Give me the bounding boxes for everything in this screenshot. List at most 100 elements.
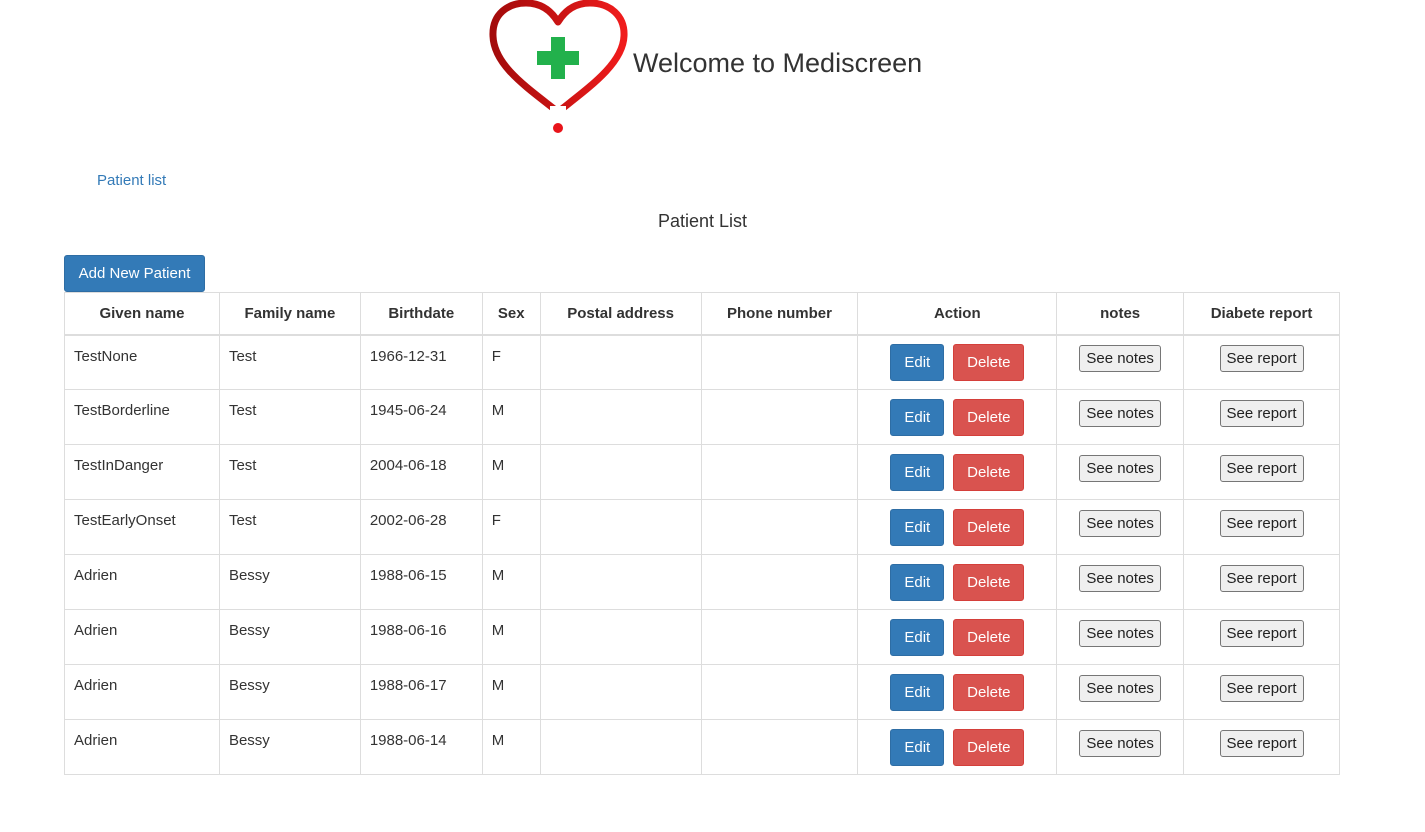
cell-given-name: Adrien bbox=[64, 664, 220, 720]
cell-given-name: Adrien bbox=[64, 609, 220, 665]
column-header-birthdate: Birthdate bbox=[359, 292, 483, 336]
see-report-button[interactable]: See report bbox=[1219, 564, 1304, 592]
column-header-action: Action bbox=[857, 292, 1058, 336]
cell-action: Edit Delete bbox=[857, 664, 1058, 720]
patient-table: Given name Family name Birthdate Sex Pos… bbox=[64, 292, 1340, 775]
edit-button[interactable]: Edit bbox=[890, 563, 945, 601]
column-header-postal-address: Postal address bbox=[539, 292, 702, 336]
cell-action: Edit Delete bbox=[857, 554, 1058, 610]
site-title: Welcome to Mediscreen bbox=[633, 48, 923, 78]
column-header-phone-number: Phone number bbox=[700, 292, 859, 336]
see-report-button[interactable]: See report bbox=[1219, 454, 1304, 482]
cell-notes: See notes bbox=[1056, 554, 1185, 610]
cell-action: Edit Delete bbox=[857, 609, 1058, 665]
cell-sex: M bbox=[481, 554, 541, 610]
page-header: Welcome to Mediscreen bbox=[488, 0, 988, 140]
see-report-button[interactable]: See report bbox=[1219, 674, 1304, 702]
see-notes-button[interactable]: See notes bbox=[1079, 564, 1161, 592]
cell-birthdate: 2004-06-18 bbox=[359, 444, 483, 500]
cell-report: See report bbox=[1183, 664, 1340, 720]
table-row: Adrien Bessy 1988-06-16 M Edit Delete See… bbox=[64, 609, 1340, 665]
see-report-button[interactable]: See report bbox=[1219, 509, 1304, 537]
cell-birthdate: 1988-06-15 bbox=[359, 554, 483, 610]
column-header-diabete-report: Diabete report bbox=[1183, 292, 1340, 336]
table-row: TestNone Test 1966-12-31 F Edit Delete Se… bbox=[64, 334, 1340, 390]
nav-link-patient-list[interactable]: Patient list bbox=[97, 172, 166, 189]
cell-postal-address bbox=[539, 499, 702, 555]
edit-button[interactable]: Edit bbox=[890, 728, 945, 766]
see-notes-button[interactable]: See notes bbox=[1079, 399, 1161, 427]
see-notes-button[interactable]: See notes bbox=[1079, 729, 1161, 757]
cell-family-name: Bessy bbox=[218, 554, 361, 610]
see-report-button[interactable]: See report bbox=[1219, 344, 1304, 372]
cell-postal-address bbox=[539, 554, 702, 610]
cell-family-name: Test bbox=[218, 389, 361, 445]
delete-button[interactable]: Delete bbox=[953, 508, 1025, 546]
cell-sex: M bbox=[481, 389, 541, 445]
cell-report: See report bbox=[1183, 444, 1340, 500]
cell-sex: M bbox=[481, 444, 541, 500]
cell-sex: M bbox=[481, 609, 541, 665]
delete-button[interactable]: Delete bbox=[953, 673, 1025, 711]
edit-button[interactable]: Edit bbox=[890, 618, 945, 656]
cell-given-name: TestEarlyOnset bbox=[64, 499, 220, 555]
delete-button[interactable]: Delete bbox=[953, 398, 1025, 436]
see-notes-button[interactable]: See notes bbox=[1079, 509, 1161, 537]
cell-notes: See notes bbox=[1056, 389, 1185, 445]
see-notes-button[interactable]: See notes bbox=[1079, 619, 1161, 647]
cell-notes: See notes bbox=[1056, 334, 1185, 390]
cell-birthdate: 1988-06-14 bbox=[359, 719, 483, 775]
cell-sex: M bbox=[481, 664, 541, 720]
cell-action: Edit Delete bbox=[857, 389, 1058, 445]
delete-button[interactable]: Delete bbox=[953, 343, 1025, 381]
delete-button[interactable]: Delete bbox=[953, 453, 1025, 491]
edit-button[interactable]: Edit bbox=[890, 453, 945, 491]
cell-notes: See notes bbox=[1056, 609, 1185, 665]
cell-family-name: Bessy bbox=[218, 609, 361, 665]
cell-postal-address bbox=[539, 719, 702, 775]
table-row: TestBorderline Test 1945-06-24 M Edit Del… bbox=[64, 389, 1340, 445]
see-report-button[interactable]: See report bbox=[1219, 619, 1304, 647]
cell-phone-number bbox=[700, 334, 859, 390]
cell-action: Edit Delete bbox=[857, 499, 1058, 555]
cell-notes: See notes bbox=[1056, 719, 1185, 775]
cell-report: See report bbox=[1183, 609, 1340, 665]
page-title: Patient List bbox=[657, 211, 748, 231]
table-row: Adrien Bessy 1988-06-17 M Edit Delete See… bbox=[64, 664, 1340, 720]
see-notes-button[interactable]: See notes bbox=[1079, 454, 1161, 482]
cell-action: Edit Delete bbox=[857, 334, 1058, 390]
table-row: Adrien Bessy 1988-06-14 M Edit Delete See… bbox=[64, 719, 1340, 775]
cell-birthdate: 1988-06-17 bbox=[359, 664, 483, 720]
cell-given-name: Adrien bbox=[64, 719, 220, 775]
edit-button[interactable]: Edit bbox=[890, 673, 945, 711]
cell-postal-address bbox=[539, 444, 702, 500]
cell-action: Edit Delete bbox=[857, 719, 1058, 775]
cell-phone-number bbox=[700, 444, 859, 500]
cell-birthdate: 2002-06-28 bbox=[359, 499, 483, 555]
see-report-button[interactable]: See report bbox=[1219, 399, 1304, 427]
cell-notes: See notes bbox=[1056, 499, 1185, 555]
column-header-notes: notes bbox=[1056, 292, 1185, 336]
cell-birthdate: 1988-06-16 bbox=[359, 609, 483, 665]
cell-report: See report bbox=[1183, 719, 1340, 775]
edit-button[interactable]: Edit bbox=[890, 508, 945, 546]
delete-button[interactable]: Delete bbox=[953, 618, 1025, 656]
edit-button[interactable]: Edit bbox=[890, 343, 945, 381]
table-header-row: Given name Family name Birthdate Sex Pos… bbox=[64, 292, 1340, 336]
cell-sex: M bbox=[481, 719, 541, 775]
cell-report: See report bbox=[1183, 334, 1340, 390]
delete-button[interactable]: Delete bbox=[953, 728, 1025, 766]
cell-phone-number bbox=[700, 389, 859, 445]
cell-given-name: TestBorderline bbox=[64, 389, 220, 445]
edit-button[interactable]: Edit bbox=[890, 398, 945, 436]
cell-report: See report bbox=[1183, 499, 1340, 555]
column-header-sex: Sex bbox=[481, 292, 541, 336]
delete-button[interactable]: Delete bbox=[953, 563, 1025, 601]
cell-family-name: Bessy bbox=[218, 664, 361, 720]
add-new-patient-button[interactable]: Add New Patient bbox=[64, 255, 205, 292]
cell-notes: See notes bbox=[1056, 444, 1185, 500]
cell-phone-number bbox=[700, 719, 859, 775]
see-report-button[interactable]: See report bbox=[1219, 729, 1304, 757]
see-notes-button[interactable]: See notes bbox=[1079, 344, 1161, 372]
see-notes-button[interactable]: See notes bbox=[1079, 674, 1161, 702]
